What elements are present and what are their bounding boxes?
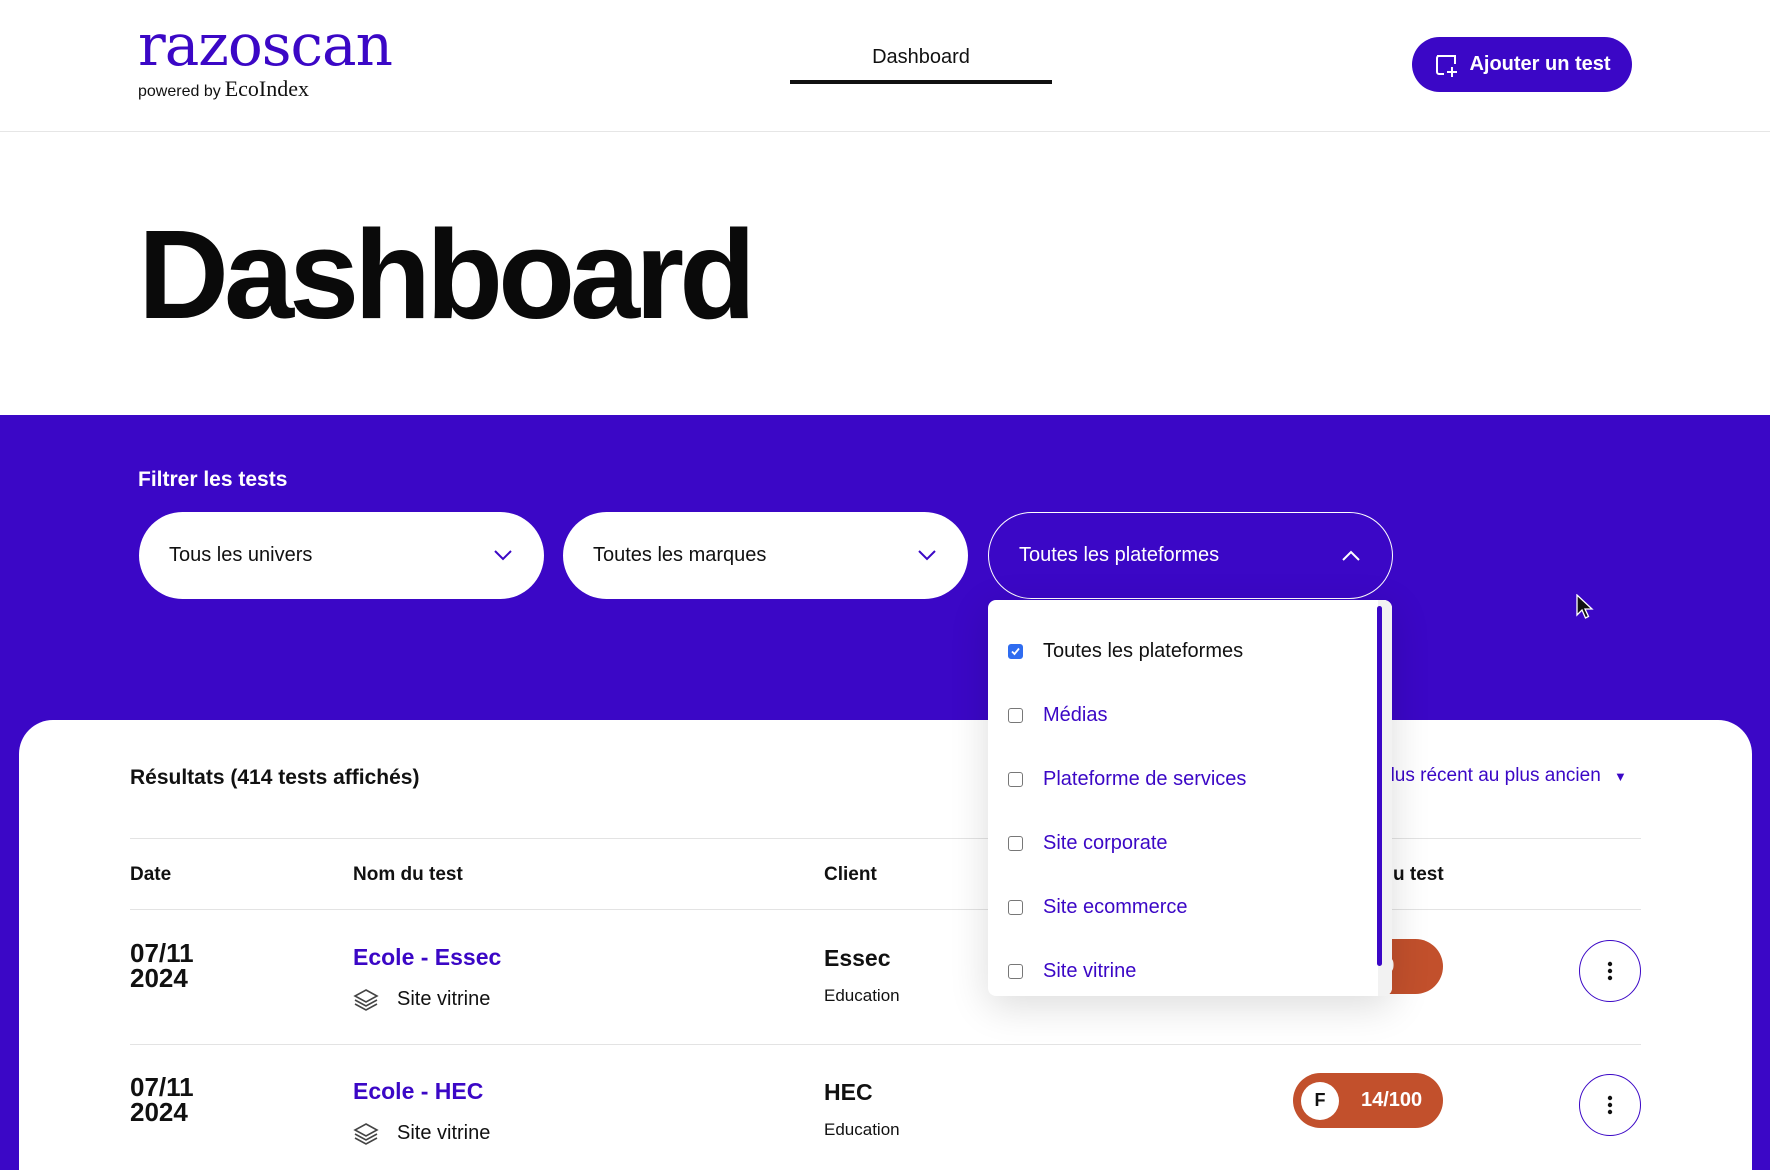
test-name-link[interactable]: Ecole - HEC [353, 1078, 483, 1105]
option-label: Site corporate [1043, 832, 1168, 854]
checkbox-icon[interactable] [1008, 900, 1023, 915]
razoscan-logo[interactable]: razoscan powered by EcoIndex [138, 11, 393, 101]
divider [130, 909, 1641, 910]
layers-icon [353, 1123, 379, 1145]
option-site-vitrine[interactable]: Site vitrine [1008, 960, 1136, 983]
column-header-date: Date [130, 864, 172, 885]
option-label: Toutes les plateformes [1043, 640, 1244, 662]
score-grade: F [1301, 1081, 1339, 1120]
page-title: Dashboard [138, 204, 756, 345]
row-platform: Site vitrine [353, 987, 490, 1011]
divider [130, 838, 1641, 839]
univers-select[interactable]: Tous les univers [139, 512, 544, 599]
logo-powered-by: powered by [138, 83, 221, 100]
univers-select-value: Tous les univers [169, 544, 313, 566]
row-date: 07/11 2024 [130, 940, 194, 993]
more-actions-button[interactable] [1579, 940, 1641, 1002]
row-sector: Education [824, 1120, 900, 1139]
checkbox-icon[interactable] [1008, 772, 1023, 787]
logo-subtitle: powered by EcoIndex [138, 76, 309, 102]
option-label: Site ecommerce [1043, 896, 1188, 918]
add-test-button[interactable]: Ajouter un test [1412, 37, 1632, 92]
marques-select[interactable]: Toutes les marques [563, 512, 968, 599]
row-client: Essec [824, 945, 891, 971]
checkbox-icon[interactable] [1008, 964, 1023, 979]
option-plateforme-services[interactable]: Plateforme de services [1008, 768, 1246, 791]
column-header-score: u test [1393, 864, 1444, 885]
sort-caret-icon: ▼ [1614, 769, 1627, 784]
column-header-name: Nom du test [353, 864, 463, 885]
row-sector: Education [824, 986, 900, 1005]
column-header-client: Client [824, 864, 877, 885]
score-value: 14/100 [1361, 1089, 1423, 1111]
more-vertical-icon [1607, 961, 1613, 981]
nav-tab-dashboard[interactable]: Dashboard [790, 46, 1052, 84]
plateformes-dropdown: Toutes les plateformes Médias Plateforme… [988, 600, 1392, 996]
row-platform-label: Site vitrine [397, 987, 491, 1010]
sort-label: plus récent au plus ancien [1380, 765, 1601, 786]
mouse-cursor-icon [1576, 594, 1594, 619]
plateformes-select-value: Toutes les plateformes [1019, 544, 1220, 566]
option-label: Médias [1043, 704, 1108, 726]
option-toutes-plateformes[interactable]: Toutes les plateformes [1008, 640, 1243, 663]
row-platform-label: Site vitrine [397, 1121, 491, 1144]
results-title: Résultats (414 tests affichés) [130, 766, 420, 789]
row-date: 07/11 2024 [130, 1074, 194, 1127]
plateformes-select[interactable]: Toutes les plateformes [988, 512, 1393, 599]
checkbox-icon[interactable] [1008, 836, 1023, 851]
score-badge: F 14/100 [1293, 1073, 1443, 1128]
layers-icon [353, 989, 379, 1011]
chevron-up-icon [1342, 550, 1360, 561]
divider [130, 1044, 1641, 1045]
row-client: HEC [824, 1079, 873, 1105]
checkbox-icon[interactable] [1008, 708, 1023, 723]
option-label: Plateforme de services [1043, 768, 1247, 790]
chevron-down-icon [918, 550, 936, 561]
row-platform: Site vitrine [353, 1121, 490, 1145]
top-header: razoscan powered by EcoIndex Dashboard Aj… [0, 0, 1770, 132]
test-name-link[interactable]: Ecole - Essec [353, 944, 501, 971]
option-medias[interactable]: Médias [1008, 704, 1107, 727]
logo-ecoindex: EcoIndex [224, 76, 310, 101]
row-date-year: 2024 [130, 1097, 188, 1127]
marques-select-value: Toutes les marques [593, 544, 767, 566]
add-test-label: Ajouter un test [1469, 53, 1611, 75]
add-test-icon [1436, 54, 1458, 77]
checkbox-checked-icon[interactable] [1008, 644, 1023, 659]
option-site-corporate[interactable]: Site corporate [1008, 832, 1168, 855]
more-actions-button[interactable] [1579, 1074, 1641, 1136]
dropdown-scrollbar[interactable] [1377, 606, 1382, 966]
option-site-ecommerce[interactable]: Site ecommerce [1008, 896, 1188, 919]
option-label: Site vitrine [1043, 960, 1137, 982]
chevron-down-icon [494, 550, 512, 561]
filter-label: Filtrer les tests [138, 468, 288, 491]
logo-wordmark: razoscan [138, 11, 393, 79]
more-vertical-icon [1607, 1095, 1613, 1115]
row-date-year: 2024 [130, 963, 188, 993]
sort-select[interactable]: plus récent au plus ancien ▼ [1380, 765, 1627, 787]
